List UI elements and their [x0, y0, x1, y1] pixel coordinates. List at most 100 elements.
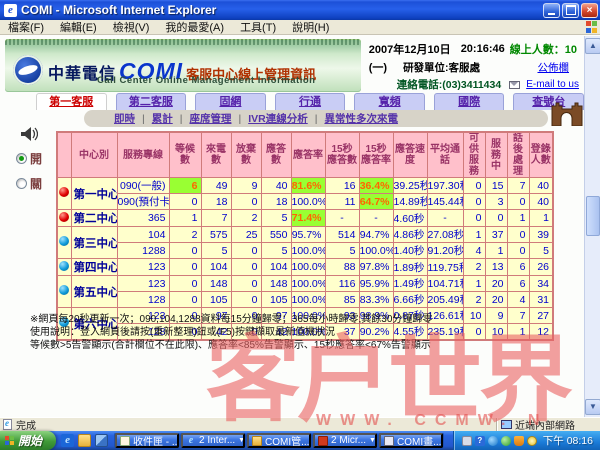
table-row: 第三中心10425752555095.7%51494.7%4.86秒27.08秒…	[57, 227, 553, 243]
sound-on-radio[interactable]	[16, 153, 27, 164]
table-cell: 3	[485, 194, 507, 210]
tray-update-icon[interactable]	[514, 436, 524, 446]
center-name: 第四中心	[71, 259, 117, 276]
tray-display-icon[interactable]	[462, 436, 472, 446]
scrollbar-thumb[interactable]	[586, 196, 600, 236]
table-cell: 6	[507, 276, 529, 292]
task-label: 2 Micr...	[331, 435, 366, 446]
column-header-登錄人數: 登錄人數	[529, 132, 553, 178]
menu-item[interactable]: 工具(T)	[232, 19, 284, 35]
scroll-down-arrow[interactable]: ▼	[585, 399, 600, 415]
blue-status-dot-icon	[59, 261, 69, 271]
header-banner: 中華電信 COMI 客服中心線上管理資訊 Call Center Online …	[5, 39, 583, 92]
menu-item[interactable]: 檢視(V)	[105, 19, 158, 35]
menu-item[interactable]: 編輯(E)	[52, 19, 105, 35]
task-button-2 Inter...[interactable]: e2 Inter...▼	[181, 433, 245, 448]
menu-item[interactable]: 檔案(F)	[0, 19, 52, 35]
table-cell: 0	[169, 194, 201, 210]
center-name: 第二中心	[71, 210, 117, 227]
sound-off-radio[interactable]	[16, 178, 27, 189]
table-cell: 575	[201, 227, 231, 243]
tray-help-icon[interactable]: ?	[475, 436, 485, 446]
table-cell: 15	[485, 178, 507, 194]
subnav-separator: |	[180, 113, 183, 125]
status-dot-cell	[57, 259, 71, 276]
subnav-link-座席管理[interactable]: 座席管理	[189, 111, 231, 126]
table-cell: 1	[463, 227, 485, 243]
start-button[interactable]: 開始	[0, 431, 56, 450]
tray-scheduler-icon[interactable]	[527, 436, 537, 446]
email-link[interactable]: E-mail to us	[526, 79, 579, 90]
table-cell: 1.49秒	[393, 276, 427, 292]
scroll-up-arrow[interactable]: ▲	[585, 38, 600, 54]
tab-第一客服[interactable]: 第一客服	[36, 93, 107, 110]
ie-favicon-icon: e	[4, 4, 17, 17]
restore-button[interactable]	[562, 3, 579, 18]
ie-task-icon: e	[186, 436, 196, 446]
table-cell: 83.3%	[359, 292, 393, 308]
status-text: 完成	[16, 417, 36, 432]
subnav-link-IVR連線分析[interactable]: IVR連線分析	[248, 111, 308, 126]
subnav-link-累計[interactable]: 累計	[152, 111, 173, 126]
tab-固網[interactable]: 固網	[195, 93, 266, 110]
table-cell: 20	[485, 276, 507, 292]
minimize-button[interactable]	[543, 3, 560, 18]
tab-國際[interactable]: 國際	[434, 93, 505, 110]
table-cell: 100.0%	[291, 243, 325, 259]
weekday: (一)	[369, 59, 387, 75]
menu-item[interactable]: 說明(H)	[284, 19, 337, 35]
page-content: 中華電信 COMI 客服中心線上管理資訊 Call Center Online …	[0, 36, 600, 417]
stats-table: 中心別服務專線等候數來電數放棄數應答數應答率15秒應答數15秒應答率應答速度平均…	[56, 131, 554, 341]
tab-第二客服[interactable]: 第二客服	[116, 93, 187, 110]
close-button[interactable]: ×	[581, 3, 598, 18]
table-cell: 128	[117, 292, 169, 308]
table-row: 12880505100.0%5100.0%1.40秒91.20秒4105	[57, 243, 553, 259]
table-cell: 0	[507, 227, 529, 243]
blue-status-dot-icon	[59, 285, 69, 295]
tray-messenger-icon[interactable]	[488, 436, 498, 446]
footnotes: ※網頁每20秒更新一次；090,104,1288資料每15分鐘歸零；365每小時…	[30, 313, 550, 352]
task-button-COMI管...[interactable]: COMI管...	[247, 433, 311, 448]
column-header-應答速度: 應答速度	[393, 132, 427, 178]
status-dot-cell	[57, 178, 71, 210]
ie-quicklaunch-icon[interactable]: e	[61, 434, 74, 447]
table-cell: 5	[201, 243, 231, 259]
show-desktop-icon[interactable]	[95, 434, 108, 447]
chunghwa-telecom-logo	[13, 55, 43, 85]
task-button-2 Micr...[interactable]: 2 Micr...▼	[313, 433, 377, 448]
table-cell: 0	[231, 292, 261, 308]
column-header-中心別: 中心別	[71, 132, 117, 178]
subnav-link-即時[interactable]: 即時	[114, 111, 135, 126]
table-cell: 5	[261, 210, 291, 227]
gate-exit-icon[interactable]	[551, 102, 583, 126]
security-zone-label: 近端內部網路	[515, 417, 575, 432]
tab-寬頻[interactable]: 寬頻	[354, 93, 425, 110]
tab-行通[interactable]: 行通	[275, 93, 346, 110]
menu-item[interactable]: 我的最愛(A)	[157, 19, 232, 35]
table-head: 中心別服務專線等候數來電數放棄數應答數應答率15秒應答數15秒應答率應答速度平均…	[57, 132, 553, 178]
table-cell: 148	[261, 276, 291, 292]
subnav-link-異常性多次來電[interactable]: 異常性多次來電	[324, 111, 398, 126]
folder-quicklaunch-icon[interactable]	[78, 434, 91, 447]
doc-task-icon	[318, 436, 328, 446]
bulletin-board-link[interactable]: 公佈欄	[538, 60, 570, 75]
table-cell: 9	[231, 178, 261, 194]
red-status-dot-icon	[59, 212, 69, 222]
intranet-zone-icon	[501, 420, 512, 429]
column-header-應答數: 應答數	[261, 132, 291, 178]
table-cell: 7	[507, 178, 529, 194]
vertical-scrollbar[interactable]: ▲ ▼	[584, 36, 600, 417]
taskbar-clock: 下午 08:16	[543, 433, 593, 448]
table-cell: 550	[261, 227, 291, 243]
subnav-separator: |	[142, 113, 145, 125]
column-header-來電數: 來電數	[201, 132, 231, 178]
task-button-COMI畫...[interactable]: COMI畫...	[379, 433, 443, 448]
table-cell: 94.7%	[359, 227, 393, 243]
red-status-dot-icon	[59, 187, 69, 197]
subnav-separator: |	[238, 113, 241, 125]
tray-antivirus-icon[interactable]	[501, 436, 511, 446]
table-cell: 1288	[117, 243, 169, 259]
table-cell: 100.0%	[291, 259, 325, 276]
task-button-收件匣 - ...[interactable]: 收件匣 - ...	[115, 433, 179, 448]
task-label: COMI畫...	[397, 433, 441, 448]
